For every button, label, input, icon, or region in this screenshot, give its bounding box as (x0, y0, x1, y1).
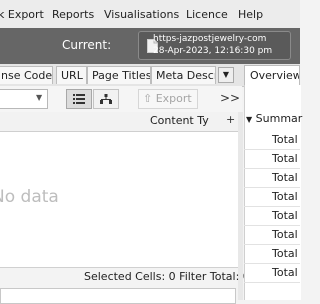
list-view-button[interactable] (66, 89, 92, 109)
crawl-date: 28-Apr-2023, 12:16:30 pm (153, 46, 273, 56)
overview-row[interactable]: Total I (244, 131, 300, 150)
empty-table-message: No data (0, 187, 59, 207)
column-header-content-type[interactable]: Content Ty (150, 114, 209, 127)
crawl-selector[interactable]: https-jazpostjewelry-com 28-Apr-2023, 12… (138, 31, 291, 60)
overview-row[interactable]: Total I (244, 188, 300, 207)
menu-item-help[interactable]: Help (238, 8, 263, 21)
more-tabs-button[interactable]: >> (220, 91, 240, 105)
overview-row[interactable]: Total I (244, 245, 300, 264)
overview-row[interactable]: Total I (244, 169, 300, 188)
overview-row[interactable]: Total I (244, 264, 300, 283)
tree-view-icon (100, 94, 112, 104)
search-input[interactable] (0, 288, 236, 304)
tab-response-codes[interactable]: nse Codes (0, 66, 53, 84)
tree-view-button[interactable] (93, 89, 119, 109)
menu-item-reports[interactable]: Reports (52, 8, 94, 21)
chevron-down-icon: ▼ (36, 93, 43, 102)
tabs-overflow-button[interactable]: ▼ (218, 67, 234, 83)
chevron-down-icon: ▼ (222, 70, 230, 79)
tab-overview[interactable]: Overview (244, 65, 300, 85)
export-button[interactable]: ⇧ Export (138, 89, 198, 109)
crawl-url: https-jazpostjewelry-com (153, 34, 267, 44)
tab-page-titles[interactable]: Page Titles (87, 66, 151, 84)
overview-row[interactable]: Total I (244, 226, 300, 245)
tab-meta-description[interactable]: Meta Descri (151, 66, 216, 84)
menu-item-licence[interactable]: Licence (186, 8, 228, 21)
collapse-icon: ▼ (246, 115, 253, 124)
summary-row[interactable]: ▼ Summar (246, 112, 303, 130)
summary-label: Summar (255, 112, 303, 125)
export-label: Export (155, 92, 192, 105)
add-column-button[interactable]: + (226, 113, 235, 126)
overview-row[interactable]: Total I (244, 150, 300, 169)
list-view-icon (73, 94, 85, 104)
filter-dropdown[interactable]: ▼ (0, 89, 48, 109)
menu-item-visualisations[interactable]: Visualisations (104, 8, 179, 21)
selection-status: Selected Cells: 0 Filter Total: 0 (84, 270, 250, 283)
current-crawl-label: Current: (62, 38, 112, 52)
tab-url[interactable]: URL (56, 66, 87, 84)
overview-row[interactable]: Total I (244, 207, 300, 226)
menu-item-export[interactable]: k Export (0, 8, 44, 21)
upload-icon: ⇧ (143, 92, 153, 105)
